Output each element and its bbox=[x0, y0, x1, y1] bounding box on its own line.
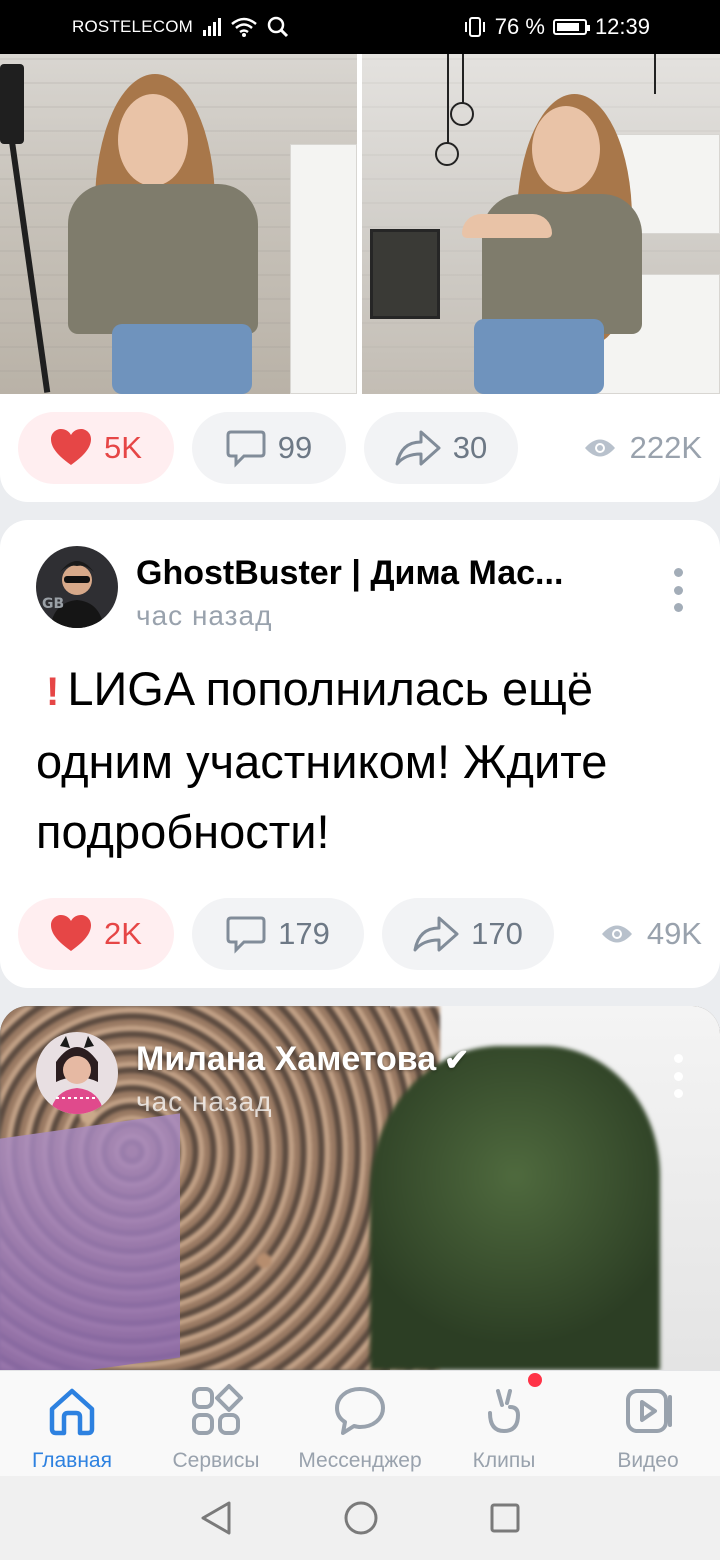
signal-icon bbox=[203, 18, 222, 36]
status-left: ROSTELECOM bbox=[72, 16, 289, 38]
post-actions: 2K 179 170 49K bbox=[18, 898, 702, 970]
heart-icon bbox=[51, 915, 92, 951]
video-post-card[interactable]: Милана Хаметова ✔ час назад bbox=[0, 1006, 720, 1370]
share-button[interactable]: 30 bbox=[364, 412, 518, 484]
tab-services[interactable]: Сервисы bbox=[144, 1371, 288, 1476]
post-time: час назад bbox=[136, 600, 273, 631]
eye-icon bbox=[601, 925, 632, 943]
post-author-name: Милана Хаметова bbox=[136, 1040, 437, 1078]
system-nav-bar bbox=[0, 1476, 720, 1560]
comment-icon bbox=[226, 916, 266, 954]
views-count: 222K bbox=[629, 430, 702, 465]
views-counter: 49K bbox=[601, 916, 702, 952]
post-author[interactable]: GhostBuster | Дима Мас... bbox=[136, 554, 563, 593]
carrier-name: ROSTELECOM bbox=[72, 17, 194, 36]
bottom-tab-bar: Главная Сервисы Мессенджер Клипы Видео bbox=[0, 1370, 720, 1476]
comment-count: 99 bbox=[277, 430, 313, 465]
like-count: 2K bbox=[104, 916, 142, 951]
tab-label: Клипы bbox=[472, 1449, 536, 1472]
post-photo-right[interactable] bbox=[362, 54, 720, 394]
post-header: GB GhostBuster | Дима Мас... час назад bbox=[36, 546, 690, 631]
clock: 12:39 bbox=[594, 14, 650, 39]
photo-post-card: 5K 99 30 222K bbox=[0, 54, 720, 502]
exclamation-icon: ! bbox=[46, 670, 60, 714]
share-icon bbox=[413, 916, 459, 952]
more-options-button[interactable] bbox=[666, 1054, 690, 1098]
recent-apps-icon[interactable] bbox=[489, 1502, 521, 1534]
messenger-icon bbox=[335, 1387, 385, 1435]
post-time: час назад bbox=[136, 1086, 273, 1117]
share-count: 170 bbox=[471, 916, 523, 951]
tab-clips[interactable]: Клипы bbox=[432, 1371, 576, 1476]
views-count: 49K bbox=[646, 916, 702, 951]
post-actions: 5K 99 30 222K bbox=[18, 412, 702, 484]
post-text: ! LИGA пополнилась ещё одним участником! … bbox=[36, 654, 696, 867]
share-count: 30 bbox=[452, 430, 488, 465]
battery-icon bbox=[552, 19, 590, 35]
more-options-button[interactable] bbox=[666, 568, 690, 612]
tab-messenger[interactable]: Мессенджер bbox=[288, 1371, 432, 1476]
tab-home[interactable]: Главная bbox=[0, 1371, 144, 1476]
eye-icon bbox=[584, 439, 615, 457]
text-post-card: GB GhostBuster | Дима Мас... час назад !… bbox=[0, 520, 720, 988]
verified-icon: ✔ bbox=[444, 1044, 470, 1077]
share-icon bbox=[395, 430, 441, 466]
post-text-content: LИGA пополнилась ещё одним участником! Ж… bbox=[36, 662, 608, 858]
post-photo-left[interactable] bbox=[0, 54, 357, 394]
battery-percent: 76 % bbox=[494, 14, 545, 39]
post-header: Милана Хаметова ✔ час назад bbox=[36, 1032, 690, 1117]
clips-icon bbox=[488, 1389, 521, 1434]
views-counter: 222K bbox=[584, 430, 702, 466]
vibrate-icon bbox=[464, 17, 485, 37]
status-right: 76 % 12:39 bbox=[463, 14, 650, 40]
post-author[interactable]: Милана Хаметова ✔ bbox=[136, 1040, 469, 1079]
video-icon bbox=[626, 1389, 672, 1433]
search-icon bbox=[267, 16, 289, 38]
tab-label: Мессенджер bbox=[298, 1449, 422, 1472]
tab-video[interactable]: Видео bbox=[576, 1371, 720, 1476]
comment-count: 179 bbox=[278, 916, 330, 951]
notification-badge bbox=[528, 1373, 542, 1387]
like-count: 5K bbox=[104, 430, 142, 465]
wifi-icon bbox=[231, 17, 257, 37]
home-icon bbox=[49, 1388, 95, 1436]
tab-label: Сервисы bbox=[172, 1449, 260, 1472]
tab-label: Видео bbox=[617, 1449, 679, 1472]
tab-label: Главная bbox=[32, 1449, 112, 1472]
heart-icon bbox=[51, 429, 92, 465]
like-button[interactable]: 2K bbox=[18, 898, 174, 970]
svg-text:GB: GB bbox=[42, 596, 64, 612]
services-icon bbox=[192, 1384, 243, 1435]
avatar[interactable]: GB bbox=[36, 546, 118, 628]
share-button[interactable]: 170 bbox=[382, 898, 554, 970]
home-circle-icon[interactable] bbox=[343, 1500, 379, 1536]
comment-button[interactable]: 179 bbox=[192, 898, 364, 970]
status-bar: ROSTELECOM 76 % 12:39 bbox=[0, 0, 720, 54]
like-button[interactable]: 5K bbox=[18, 412, 174, 484]
back-icon[interactable] bbox=[199, 1500, 233, 1536]
avatar[interactable] bbox=[36, 1032, 118, 1114]
comment-button[interactable]: 99 bbox=[192, 412, 346, 484]
comment-icon bbox=[226, 430, 266, 468]
